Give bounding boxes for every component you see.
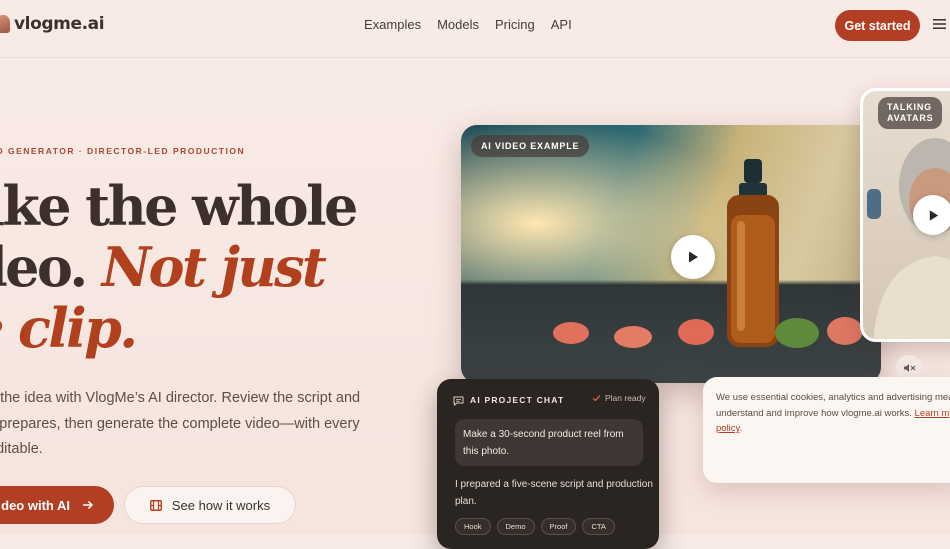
cookie-line-1: We use essential cookies, analytics and …: [716, 392, 950, 403]
headline-line-3: e clip.: [0, 296, 138, 360]
avatar-tag-line-1: TALKING: [887, 102, 932, 112]
learn-more-link[interactable]: Learn m: [915, 408, 950, 419]
headline-line-2-plain: deo.: [0, 235, 88, 299]
main-nav: Examples Models Pricing API: [364, 17, 572, 32]
chat-status: Plan ready: [592, 393, 646, 403]
chip-hook[interactable]: Hook: [455, 518, 491, 535]
chat-icon: [453, 396, 464, 406]
chat-status-label: Plan ready: [605, 393, 646, 403]
logo[interactable]: vlogme.ai: [0, 14, 105, 34]
lede-line-1: h the idea with VlogMe’s AI director. Re…: [0, 390, 361, 406]
chip-proof[interactable]: Proof: [540, 518, 577, 535]
nav-api[interactable]: API: [551, 17, 572, 32]
cookie-line-2: understand and improve how vlogme.ai wor…: [716, 406, 950, 422]
arrow-right-icon: [83, 500, 94, 510]
avatar-play-button[interactable]: [913, 195, 950, 235]
chat-user-message: Make a 30-second product reel from this …: [455, 419, 643, 466]
hero-eyebrow: O GENERATOR · DIRECTOR-LED PRODUCTION: [0, 146, 246, 156]
hero-lede: h the idea with VlogMe’s AI director. Re…: [0, 386, 388, 463]
mute-icon: [903, 364, 915, 372]
see-how-label: See how it works: [171, 497, 271, 513]
lede-line-2: it prepares, then generate the complete …: [0, 415, 360, 432]
play-button[interactable]: [671, 235, 715, 279]
nav-examples[interactable]: Examples: [364, 17, 421, 32]
hero-headline: ake the whole deo. Not just e clip.: [0, 174, 358, 360]
see-how-it-works-button[interactable]: See how it works: [124, 486, 296, 524]
headline-line-2: deo. Not just: [0, 237, 356, 298]
scene-chips: Hook Demo Proof CTA: [455, 518, 615, 535]
headline-line-2-accent: Not just: [101, 235, 327, 299]
cookie-line-3-end: .: [739, 423, 743, 434]
menu-icon[interactable]: [933, 18, 946, 30]
avatar-tag-line-2: AVATARS: [887, 113, 934, 123]
avatar-tag: TALKING AVATARS: [878, 97, 943, 129]
logo-mark-icon: [0, 15, 10, 33]
nav-pricing[interactable]: Pricing: [495, 17, 535, 32]
cookie-line-3: policy.: [716, 421, 950, 437]
chip-cta[interactable]: CTA: [582, 518, 615, 535]
chat-title: AI PROJECT CHAT: [470, 395, 565, 405]
policy-link[interactable]: policy: [716, 423, 740, 434]
video-example-card[interactable]: AI VIDEO EXAMPLE: [461, 125, 881, 383]
lede-line-3: editable.: [0, 441, 43, 457]
nav-models[interactable]: Models: [437, 17, 479, 32]
cookie-line-2-text: understand and improve how vlogme.ai wor…: [716, 407, 915, 419]
create-video-label: deo with AI: [1, 497, 70, 513]
play-icon: [929, 209, 938, 221]
play-icon: [689, 251, 698, 263]
logo-text: vlogme.ai: [14, 14, 105, 34]
film-icon: [149, 499, 162, 511]
check-icon: [592, 395, 601, 402]
get-started-button[interactable]: Get started: [835, 10, 920, 41]
chat-ai-reply: I prepared a five-scene script and produ…: [455, 479, 653, 507]
chip-demo[interactable]: Demo: [496, 518, 535, 535]
headline-line-1: ake the whole: [0, 174, 358, 238]
cookie-text: We use essential cookies, analytics and …: [716, 390, 950, 437]
create-video-button[interactable]: deo with AI: [0, 486, 114, 524]
video-tag: AI VIDEO EXAMPLE: [471, 135, 590, 157]
